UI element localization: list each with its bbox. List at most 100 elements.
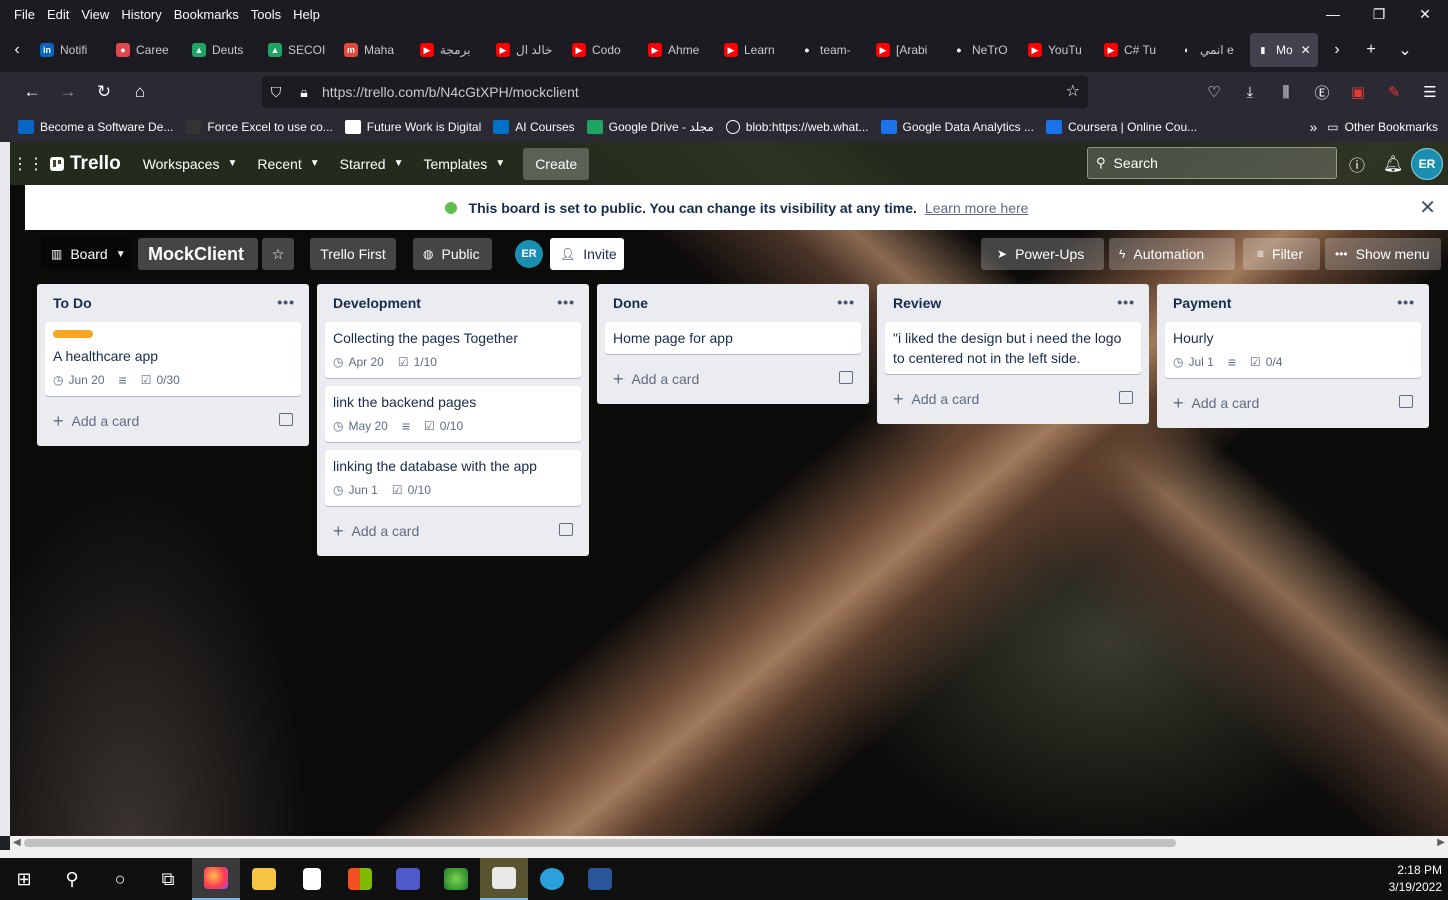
bookmark-item[interactable]: AI Courses (493, 120, 575, 134)
add-card-button[interactable]: + Add a card (1165, 386, 1421, 420)
browser-tab[interactable]: ▶ YouTu (1022, 33, 1096, 67)
list-development[interactable]: Development ••• Collecting the pages Toget… (317, 284, 589, 556)
list-payment[interactable]: Payment ••• Hourly ◷ Jul 1 ≡ ☑ 0/4 + Add a card (1157, 284, 1429, 428)
member-avatar[interactable]: ER (515, 240, 543, 268)
search-icon[interactable]: ⚲ (48, 858, 96, 900)
card-label[interactable] (53, 330, 93, 338)
card[interactable]: Hourly ◷ Jul 1 ≡ ☑ 0/4 (1165, 322, 1421, 378)
bookmark-item[interactable]: Future Work is Digital (344, 120, 481, 134)
file-explorer-icon[interactable] (240, 858, 288, 900)
bell-icon[interactable]: 🔔︎ (1375, 154, 1411, 174)
list-header[interactable]: To Do ••• (45, 284, 301, 322)
card[interactable]: linking the database with the app ◷ Jun 1 ☑… (325, 450, 581, 506)
invite-button[interactable]: 👤︎ Invite (550, 238, 624, 270)
workspace-button[interactable]: Trello First (310, 238, 396, 270)
bookmark-item[interactable]: Force Excel to use co... (185, 120, 333, 134)
list-review[interactable]: Review ••• "i liked the design but i need … (877, 284, 1149, 424)
menu-bookmarks[interactable]: Bookmarks (174, 7, 239, 22)
list-title[interactable]: Review (893, 295, 941, 311)
browser-tab[interactable]: ▶ Codo (566, 33, 640, 67)
pocket-icon[interactable]: ♡ (1196, 83, 1232, 101)
show-menu-button[interactable]: ••• Show menu (1325, 238, 1441, 270)
windows-start-icon[interactable]: ⊞ (0, 858, 48, 900)
cortana-icon[interactable]: ○ (96, 858, 144, 900)
browser-tab[interactable]: ▶ برمجة (414, 33, 488, 67)
store-icon[interactable] (336, 858, 384, 900)
nav-starred[interactable]: Starred ▼ (330, 148, 414, 180)
restore-icon[interactable]: ❐ (1356, 0, 1402, 28)
list-menu-icon[interactable]: ••• (1397, 294, 1415, 310)
scroll-left-icon[interactable]: ◀ (13, 836, 21, 850)
tab-scroll-left-icon[interactable]: ‹ (0, 41, 34, 59)
clapper-app-icon[interactable] (480, 858, 528, 900)
info-icon[interactable]: ⓘ (1339, 152, 1375, 176)
list-menu-icon[interactable]: ••• (837, 294, 855, 310)
menu-help[interactable]: Help (293, 7, 320, 22)
star-board-button[interactable]: ☆ (262, 238, 294, 270)
power-ups-button[interactable]: ➤ Power-Ups (981, 238, 1104, 270)
trello-logo[interactable]: Trello (50, 153, 121, 175)
url-text[interactable]: https://trello.com/b/N4cGtXPH/mockclient (322, 84, 579, 100)
word-icon[interactable] (576, 858, 624, 900)
new-tab-icon[interactable]: + (1354, 41, 1388, 59)
extension-e-icon[interactable]: Ⓔ (1304, 82, 1340, 103)
search-input[interactable]: ⚲ Search (1087, 147, 1337, 179)
add-card-button[interactable]: + Add a card (45, 404, 301, 438)
browser-tab[interactable]: ▶ C# Tu (1098, 33, 1172, 67)
list-all-tabs-icon[interactable]: ⌄ (1388, 40, 1422, 60)
nav-templates[interactable]: Templates ▼ (413, 148, 515, 180)
card[interactable]: A healthcare app ◷ Jun 20 ≡ ☑ 0/30 (45, 322, 301, 396)
browser-tab[interactable]: ● team- (794, 33, 868, 67)
add-card-button[interactable]: + Add a card (885, 382, 1141, 416)
hamburger-menu-icon[interactable]: ☰ (1412, 83, 1448, 101)
home-icon[interactable]: ⌂ (122, 82, 158, 102)
due-date-badge[interactable]: ◷ Apr 20 (333, 355, 384, 369)
due-date-badge[interactable]: ◷ Jul 1 (1173, 355, 1214, 369)
browser-tab[interactable]: ● NeTrO (946, 33, 1020, 67)
bookmark-item[interactable]: Coursera | Online Cou... (1045, 120, 1197, 134)
close-banner-icon[interactable]: ✕ (1419, 195, 1436, 220)
telegram-icon[interactable] (528, 858, 576, 900)
due-date-badge[interactable]: ◷ Jun 1 (333, 483, 378, 497)
browser-tab[interactable]: in Notifi (34, 33, 108, 67)
browser-tab[interactable]: ◐ انمي e (1174, 33, 1248, 67)
list-menu-icon[interactable]: ••• (557, 294, 575, 310)
list-header[interactable]: Review ••• (885, 284, 1141, 322)
user-avatar[interactable]: ER (1411, 147, 1443, 180)
card[interactable]: Collecting the pages Together ◷ Apr 20 ☑ 1/1… (325, 322, 581, 378)
notepad-icon[interactable] (288, 858, 336, 900)
browser-tab[interactable]: ▲ Deuts (186, 33, 260, 67)
teams-icon[interactable] (384, 858, 432, 900)
horizontal-scrollbar[interactable]: ◀ ▶ (10, 836, 1448, 850)
browser-tab[interactable]: ▲ SECOI (262, 33, 336, 67)
browser-tab[interactable]: ▶ Ahme (642, 33, 716, 67)
list-menu-icon[interactable]: ••• (1117, 294, 1135, 310)
download-icon[interactable]: ⤓ (1232, 84, 1268, 101)
visibility-button[interactable]: ◍ Public (413, 238, 492, 270)
due-date-badge[interactable]: ◷ Jun 20 (53, 373, 105, 387)
card-template-icon[interactable] (1399, 395, 1413, 408)
library-icon[interactable]: ⫼ (1268, 84, 1304, 101)
browser-tab[interactable]: ▮ Mo ✕ (1250, 33, 1318, 67)
board-title[interactable]: MockClient (138, 238, 258, 270)
list-title[interactable]: To Do (53, 295, 92, 311)
create-button[interactable]: Create (523, 147, 590, 180)
list-menu-icon[interactable]: ••• (277, 294, 295, 310)
bookmark-item[interactable]: blob:https://web.what... (725, 120, 869, 134)
lock-icon[interactable]: 🔒︎ (290, 84, 318, 101)
board-view-switcher[interactable]: ▥ Board ▼ (41, 238, 132, 270)
bookmark-star-icon[interactable]: ☆ (1066, 81, 1080, 101)
scrollbar-thumb[interactable] (24, 839, 1176, 847)
tab-scroll-right-icon[interactable]: › (1320, 41, 1354, 59)
list-title[interactable]: Payment (1173, 295, 1231, 311)
card-template-icon[interactable] (839, 371, 853, 384)
card[interactable]: link the backend pages ◷ May 20 ≡ ☑ 0/10 (325, 386, 581, 442)
list-to-do[interactable]: To Do ••• A healthcare app ◷ Jun 20 ≡ ☑ 0/30 + Ad… (37, 284, 309, 446)
other-bookmarks[interactable]: Other Bookmarks (1345, 120, 1438, 134)
menu-edit[interactable]: Edit (47, 7, 69, 22)
card[interactable]: "i liked the design but i need the logo … (885, 322, 1141, 374)
task-view-icon[interactable]: ⧉ (144, 858, 192, 900)
bookmark-item[interactable]: Google Drive - مجلد (586, 120, 714, 134)
menu-history[interactable]: History (121, 7, 161, 22)
scroll-right-icon[interactable]: ▶ (1437, 836, 1445, 850)
